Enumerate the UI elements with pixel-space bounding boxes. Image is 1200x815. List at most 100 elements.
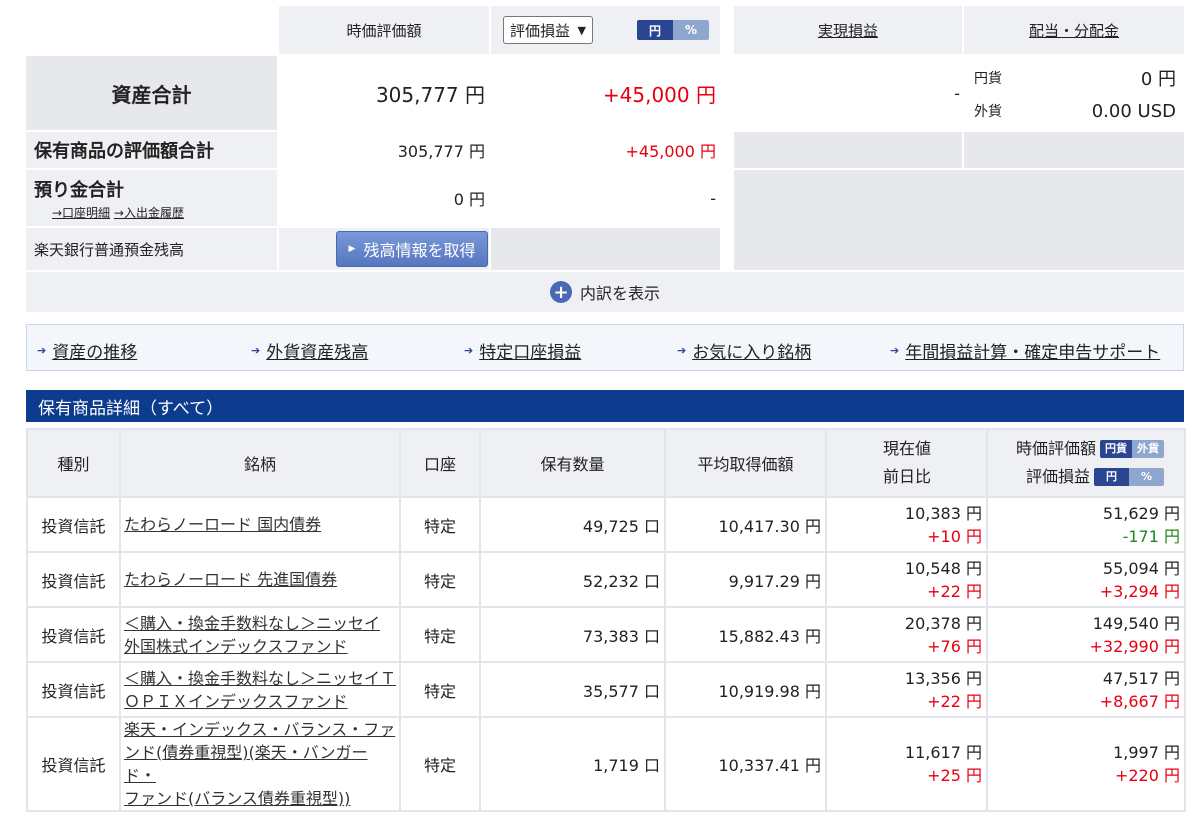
unrealized-profit: +32,990 円 xyxy=(1089,636,1180,656)
col-name: 銘柄 xyxy=(119,428,401,498)
price-change: +22 円 xyxy=(927,581,982,601)
empty-cell xyxy=(734,132,962,168)
nav-asset-history[interactable]: ➔ 資産の推移 xyxy=(37,338,137,363)
profit-unit-toggle: 円 % xyxy=(1093,468,1164,486)
header-dividend: 配当・分配金 xyxy=(964,6,1184,54)
toggle-yen[interactable]: 円 xyxy=(637,20,673,40)
fund-name-link[interactable]: ＯＰＩＸインデックスファンド xyxy=(124,692,348,711)
cell-account: 特定 xyxy=(399,496,481,553)
table-row: 投資信託 たわらノーロード 国内債券 特定 49,725 口 10,417.30… xyxy=(26,496,1186,553)
dividend-values: 円貨 0 円 外貨 0.00 USD xyxy=(964,56,1184,130)
col-price: 現在値 前日比 xyxy=(825,428,988,498)
current-price: 13,356 円 xyxy=(904,668,982,688)
cell-type: 投資信託 xyxy=(26,551,121,608)
cell-price: 10,383 円 +10 円 xyxy=(825,496,988,553)
cell-name: たわらノーロード 先進国債券 xyxy=(119,551,401,608)
breakdown-toggle[interactable]: + 内訳を表示 xyxy=(26,272,1184,312)
account-detail-link[interactable]: →口座明細 xyxy=(52,206,110,220)
total-assets-value: 305,777 円 xyxy=(279,56,489,130)
realized-link[interactable]: 実現損益 xyxy=(818,20,878,41)
market-value: 149,540 円 xyxy=(1092,613,1180,633)
deposit-label: 預り金合計 →口座明細 →入出金履歴 xyxy=(26,170,277,226)
get-balance-button[interactable]: ▶ 残高情報を取得 xyxy=(336,231,488,267)
cell-account: 特定 xyxy=(399,661,481,718)
cell-value: 1,997 円 +220 円 xyxy=(986,716,1186,812)
fund-name-link[interactable]: 楽天・インデックス・バランス・ファ xyxy=(124,720,395,739)
table-row: 投資信託 ＜購入・換金手数料なし＞ニッセイＴ ＯＰＩＸインデックスファンド 特定 … xyxy=(26,661,1186,718)
toggle-jpy[interactable]: 円貨 xyxy=(1100,440,1132,458)
cell-price: 20,378 円 +76 円 xyxy=(825,606,988,663)
toggle-yen[interactable]: 円 xyxy=(1093,468,1129,486)
cell-quantity: 73,383 口 xyxy=(479,606,666,663)
empty-cell xyxy=(491,228,720,270)
total-assets-label: 資産合計 xyxy=(26,56,277,130)
fund-name-link[interactable]: ンド(債券重視型)(楽天・バンガード・ xyxy=(124,743,368,785)
cell-value: 47,517 円 +8,667 円 xyxy=(986,661,1186,718)
table-header-row: 種別 銘柄 口座 保有数量 平均取得価額 現在値 前日比 時価評価額 円貨 外貨… xyxy=(26,428,1186,498)
arrow-right-icon: ➔ xyxy=(37,344,47,357)
table-row: 投資信託 たわらノーロード 先進国債券 特定 52,232 口 9,917.29… xyxy=(26,551,1186,608)
cell-account: 特定 xyxy=(399,716,481,812)
nav-tax-support[interactable]: ➔ 年間損益計算・確定申告サポート xyxy=(890,338,1160,363)
nav-fx-balance[interactable]: ➔ 外貨資産残高 xyxy=(251,338,368,363)
cell-type: 投資信託 xyxy=(26,661,121,718)
profit-select[interactable]: 評価損益 ▼ xyxy=(503,16,593,44)
arrow-right-icon: ➔ xyxy=(251,344,261,357)
holdings-total-label: 保有商品の評価額合計 xyxy=(26,132,277,168)
dividend-link[interactable]: 配当・分配金 xyxy=(1029,20,1119,41)
current-price: 10,548 円 xyxy=(904,558,982,578)
deposit-profit: - xyxy=(491,170,720,226)
cell-quantity: 49,725 口 xyxy=(479,496,666,553)
toggle-percent[interactable]: % xyxy=(673,20,709,40)
fund-name-link[interactable]: 外国株式インデックスファンド xyxy=(124,637,348,656)
arrow-right-icon: ➔ xyxy=(890,344,900,357)
plus-circle-icon: + xyxy=(549,281,572,303)
nav-specific-account[interactable]: ➔ 特定口座損益 xyxy=(464,338,581,363)
cell-name: ＜購入・換金手数料なし＞ニッセイＴ ＯＰＩＸインデックスファンド xyxy=(119,661,401,718)
caret-right-icon: ▶ xyxy=(348,244,356,254)
empty-cell xyxy=(734,170,1184,270)
cell-name: たわらノーロード 国内債券 xyxy=(119,496,401,553)
bank-balance-cell: ▶ 残高情報を取得 xyxy=(279,228,489,270)
bank-balance-label: 楽天銀行普通預金残高 xyxy=(26,228,277,270)
arrow-right-icon: ➔ xyxy=(464,344,474,357)
fund-name-link[interactable]: ＜購入・換金手数料なし＞ニッセイ xyxy=(124,614,380,633)
deposit-history-link[interactable]: →入出金履歴 xyxy=(114,206,184,220)
asset-nav: ➔ 資産の推移 ➔ 外貨資産残高 ➔ 特定口座損益 ➔ お気に入り銘柄 ➔ 年間損益計算・… xyxy=(26,324,1184,371)
unrealized-profit: +220 円 xyxy=(1114,766,1180,785)
cell-price: 10,548 円 +22 円 xyxy=(825,551,988,608)
header-profit: 評価損益 ▼ 円 % xyxy=(491,6,720,54)
cell-avg-cost: 10,337.41 円 xyxy=(664,716,827,812)
table-row: 投資信託 ＜購入・換金手数料なし＞ニッセイ 外国株式インデックスファンド 特定 7… xyxy=(26,606,1186,663)
price-change: +22 円 xyxy=(927,691,982,711)
toggle-percent[interactable]: % xyxy=(1128,468,1164,486)
fund-name-link[interactable]: たわらノーロード 先進国債券 xyxy=(124,570,337,589)
nav-favorites[interactable]: ➔ お気に入り銘柄 xyxy=(677,338,811,363)
cell-name: 楽天・インデックス・バランス・ファンド(債券重視型)(楽天・バンガード・ファンド… xyxy=(119,716,401,812)
cell-quantity: 35,577 口 xyxy=(479,661,666,718)
cell-account: 特定 xyxy=(399,551,481,608)
cell-avg-cost: 10,919.98 円 xyxy=(664,661,827,718)
cell-value: 55,094 円 +3,294 円 xyxy=(986,551,1186,608)
fund-name-link[interactable]: ファンド(バランス債券重視型)) xyxy=(124,789,350,808)
cell-avg-cost: 9,917.29 円 xyxy=(664,551,827,608)
market-value: 1,997 円 xyxy=(1113,743,1180,762)
cell-price: 13,356 円 +22 円 xyxy=(825,661,988,718)
price-change: +76 円 xyxy=(927,636,982,656)
toggle-fx[interactable]: 外貨 xyxy=(1132,440,1164,458)
fund-name-link[interactable]: たわらノーロード 国内債券 xyxy=(124,515,321,534)
cell-price: 11,617 円 +25 円 xyxy=(825,716,988,812)
col-type: 種別 xyxy=(26,428,121,498)
holdings-rows: 投資信託 たわらノーロード 国内債券 特定 49,725 口 10,417.30… xyxy=(26,496,1186,812)
cell-avg-cost: 10,417.30 円 xyxy=(664,496,827,553)
cell-name: ＜購入・換金手数料なし＞ニッセイ 外国株式インデックスファンド xyxy=(119,606,401,663)
empty-cell xyxy=(964,132,1184,168)
holdings-total-value: 305,777 円 xyxy=(279,132,489,168)
total-assets-profit: +45,000 円 xyxy=(491,56,720,130)
cell-quantity: 52,232 口 xyxy=(479,551,666,608)
holdings-total-profit: +45,000 円 xyxy=(491,132,720,168)
unrealized-profit: +8,667 円 xyxy=(1099,691,1180,711)
fund-name-link[interactable]: ＜購入・換金手数料なし＞ニッセイＴ xyxy=(124,669,396,688)
cell-value: 51,629 円 -171 円 xyxy=(986,496,1186,553)
current-price: 10,383 円 xyxy=(904,503,982,523)
